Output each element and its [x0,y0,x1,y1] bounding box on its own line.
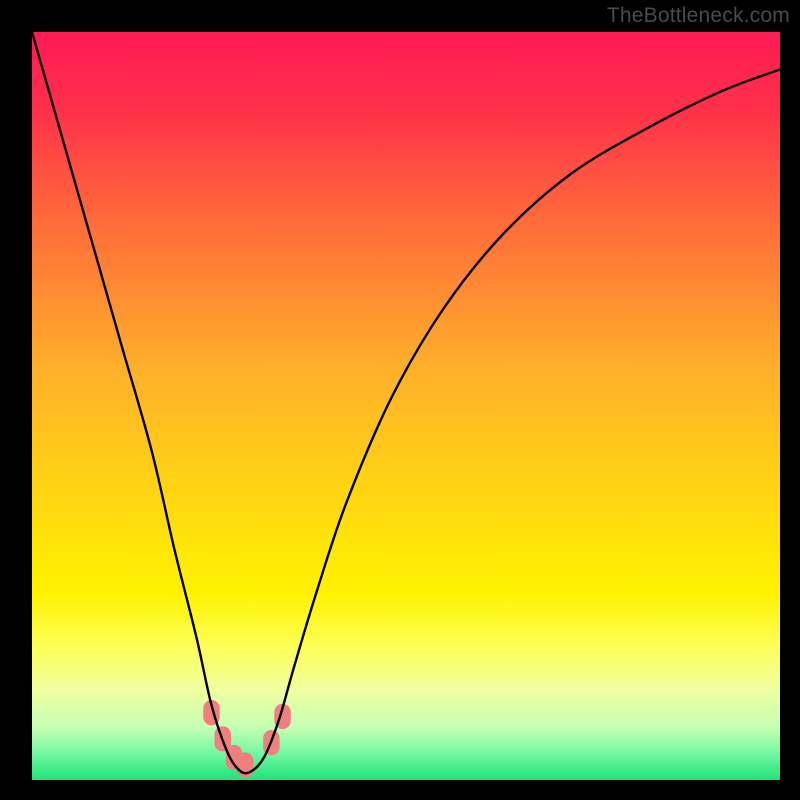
chart-canvas [32,32,780,780]
watermark-text: TheBottleneck.com [607,4,790,28]
gradient-background [32,32,780,780]
bottleneck-chart [32,32,780,780]
